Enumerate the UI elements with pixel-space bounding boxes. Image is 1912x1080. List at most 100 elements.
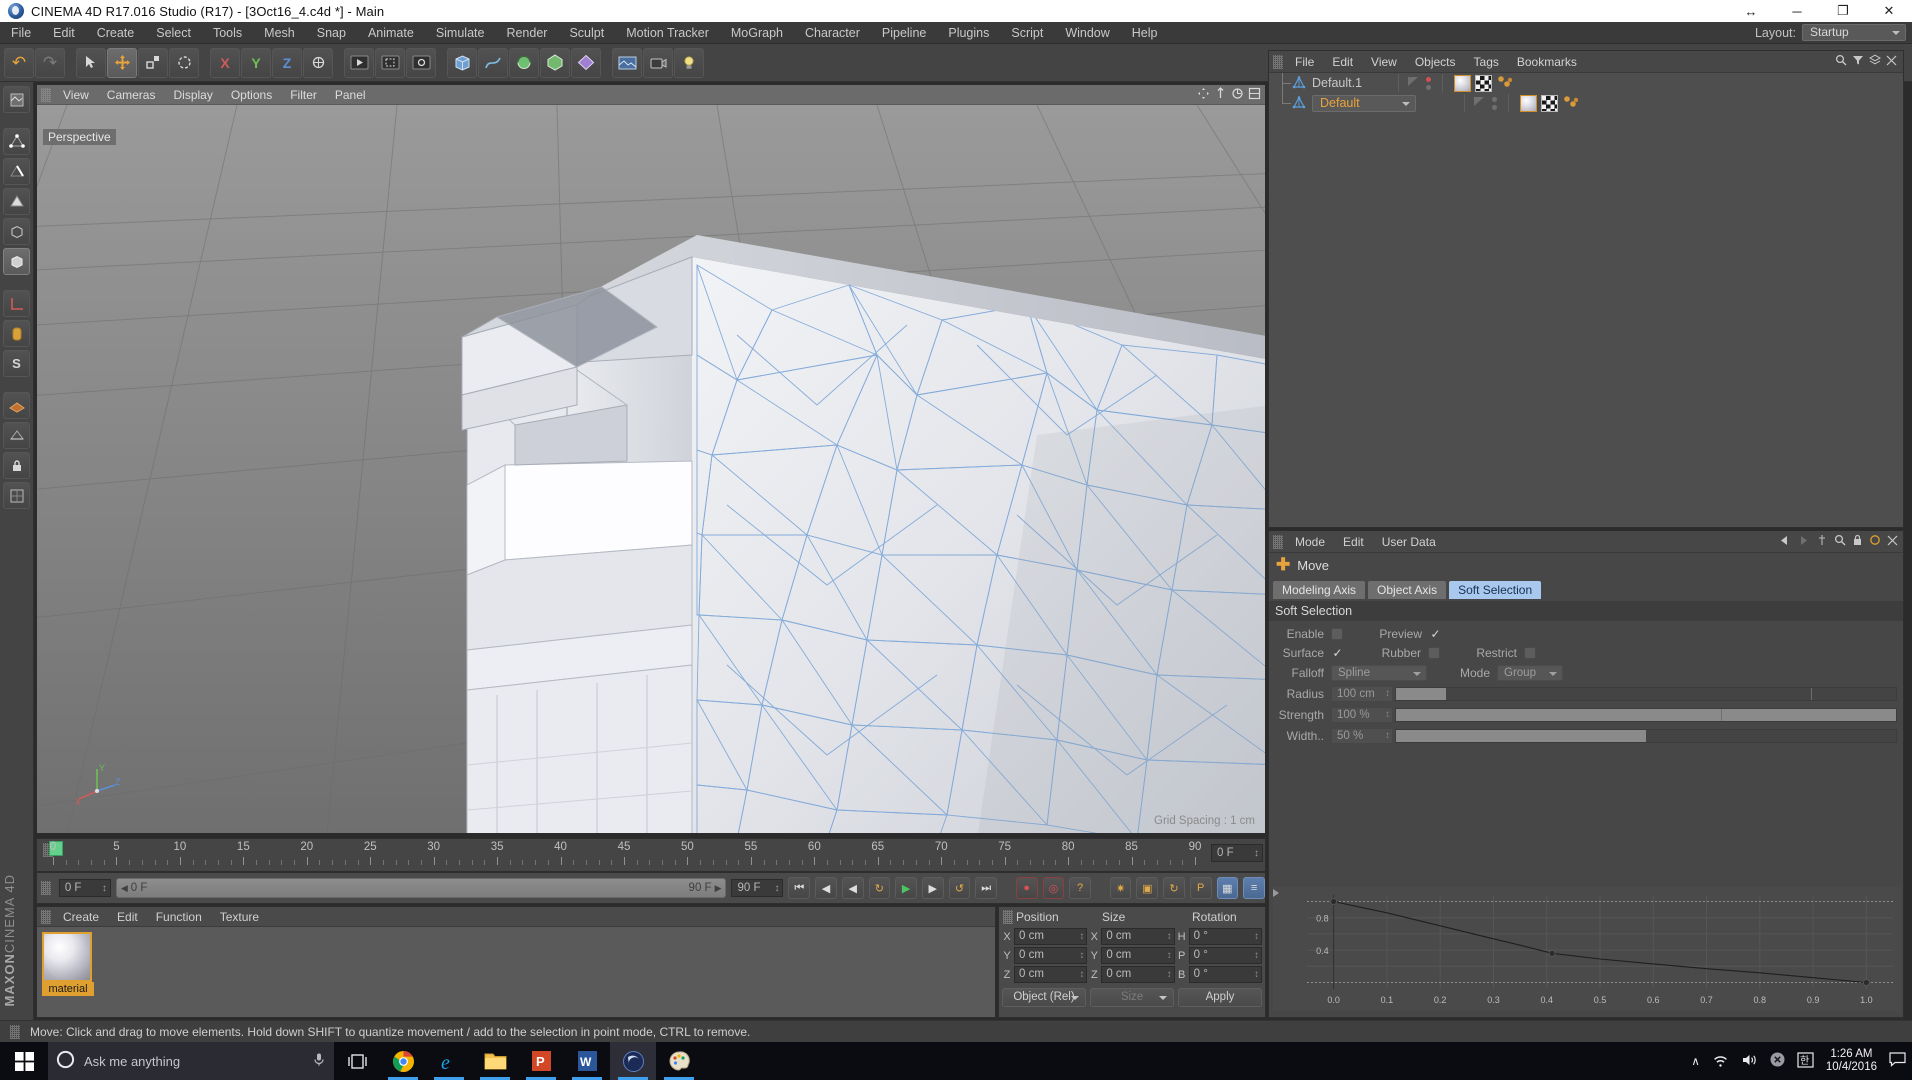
attribute-manager-grip-icon[interactable] (1273, 534, 1283, 549)
viewport-menu-display[interactable]: Display (164, 85, 221, 105)
forward-arrow-icon[interactable] (1797, 534, 1810, 549)
viewport-menu-cameras[interactable]: Cameras (98, 85, 165, 105)
visibility-dots-icon[interactable] (1406, 74, 1422, 93)
cinema4d-icon[interactable] (610, 1042, 656, 1080)
search-input[interactable]: Ask me anything (48, 1042, 334, 1080)
tab-object-axis[interactable]: Object Axis (1368, 581, 1447, 599)
file-explorer-icon[interactable] (472, 1042, 518, 1080)
edge-mode-button[interactable] (3, 158, 30, 185)
menu-item-script[interactable]: Script (1000, 22, 1054, 44)
action-center-error-icon[interactable] (1770, 1052, 1785, 1070)
menu-item-tools[interactable]: Tools (202, 22, 253, 44)
parameter-key-button[interactable]: P (1189, 877, 1212, 899)
layout-dropdown[interactable]: Startup (1802, 24, 1906, 41)
search-icon[interactable] (1835, 54, 1847, 69)
undo-button[interactable]: ↶ (4, 47, 34, 78)
size-z-field[interactable]: 0 cm (1101, 966, 1175, 983)
object-menu-view[interactable]: View (1362, 51, 1406, 73)
size-x-field[interactable]: 0 cm (1101, 928, 1175, 945)
world-object-coordinates-button[interactable] (303, 47, 333, 78)
viewport-menu-panel[interactable]: Panel (326, 85, 375, 105)
chevron-up-icon[interactable]: ∧ (1691, 1054, 1699, 1068)
menu-item-help[interactable]: Help (1121, 22, 1169, 44)
status-bar-grip-icon[interactable] (10, 1024, 20, 1039)
viewport-menu-view[interactable]: View (54, 85, 98, 105)
point-level-animation-button[interactable]: ▦ (1216, 877, 1239, 899)
timeline-toggle-button[interactable]: ≡ (1243, 877, 1265, 899)
object-menu-file[interactable]: File (1286, 51, 1323, 73)
menu-item-sculpt[interactable]: Sculpt (558, 22, 615, 44)
position-key-button[interactable]: ✷ (1109, 877, 1132, 899)
render-settings-button[interactable] (406, 47, 436, 78)
position-y-field[interactable]: 0 cm (1014, 947, 1088, 964)
back-arrow-icon[interactable] (1778, 534, 1791, 549)
object-manager-grip-icon[interactable] (1273, 54, 1283, 69)
menu-item-character[interactable]: Character (794, 22, 871, 44)
viewport-grip-icon[interactable] (41, 87, 51, 102)
attribute-menu-mode[interactable]: Mode (1286, 531, 1334, 553)
minimize-button[interactable]: ─ (1774, 0, 1820, 22)
graph-expand-icon[interactable] (1273, 889, 1279, 897)
object-menu-edit[interactable]: Edit (1323, 51, 1362, 73)
play-reverse-button[interactable]: ◀ (841, 877, 864, 899)
search-icon[interactable] (1834, 534, 1846, 549)
chrome-icon[interactable] (380, 1042, 426, 1080)
start-icon[interactable] (0, 1042, 48, 1080)
falloff-dropdown[interactable]: Spline (1331, 664, 1427, 681)
object-row-default1[interactable]: Default.1 (1269, 73, 1903, 93)
playbar-grip-icon[interactable] (41, 881, 51, 895)
material-tag-icon[interactable] (1520, 94, 1537, 112)
lock-y-axis-button[interactable]: Y (241, 47, 271, 78)
go-to-start-button[interactable]: ⏮ (788, 877, 811, 899)
falloff-spline-graph[interactable]: 0.4 0.8 0.0 0.1 0.2 0.3 0.4 0.5 0.6 0.7 0.8 0.9 1.0 (1273, 887, 1901, 1013)
material-tag-icon[interactable] (1454, 74, 1472, 92)
rotation-h-field[interactable]: 0 ° (1188, 928, 1262, 945)
keyframe-selection-button[interactable]: ? (1069, 877, 1091, 899)
uv-tag-icon[interactable] (1475, 74, 1493, 92)
powerpoint-icon[interactable]: P (518, 1042, 564, 1080)
timeline-tick-area[interactable]: 0 5 10 15 20 25 30 35 40 45 50 55 60 65 70 75 80 85 90 (50, 839, 1201, 873)
apply-button[interactable]: Apply (1178, 988, 1262, 1007)
surface-checkbox[interactable]: ✓ (1331, 646, 1344, 660)
coordinate-mode-dropdown[interactable]: Object (Rel) (1002, 988, 1086, 1007)
restore-down-button[interactable]: ↔ (1728, 0, 1774, 22)
playbar-current-frame-field[interactable]: 0 F (58, 879, 111, 897)
object-manager-tree[interactable]: Default.1 Default (1269, 73, 1903, 527)
selection-tag-icon[interactable] (1562, 95, 1580, 112)
point-mode-button[interactable] (3, 128, 30, 155)
texture-tool-button[interactable] (3, 86, 30, 113)
width-field[interactable]: 50 % (1331, 727, 1393, 744)
visibility-dots-icon[interactable] (1472, 94, 1488, 113)
menu-item-motion-tracker[interactable]: Motion Tracker (615, 22, 720, 44)
network-icon[interactable] (1712, 1053, 1729, 1070)
material-menu-texture[interactable]: Texture (211, 907, 268, 927)
workplane-button[interactable] (3, 392, 30, 419)
menu-item-plugins[interactable]: Plugins (937, 22, 1000, 44)
rotate-tool-button[interactable] (169, 47, 199, 78)
lock-icon[interactable] (1852, 534, 1863, 549)
object-mode-button[interactable] (3, 248, 30, 275)
perspective-viewport[interactable]: View Cameras Display Options Filter Pane… (36, 84, 1266, 834)
snap-settings-button[interactable]: S (3, 350, 30, 377)
object-menu-bookmarks[interactable]: Bookmarks (1508, 51, 1586, 73)
internet-explorer-icon[interactable]: e (426, 1042, 472, 1080)
task-view-icon[interactable] (334, 1042, 380, 1080)
radius-field[interactable]: 100 cm (1331, 685, 1393, 702)
lock-x-axis-button[interactable]: X (210, 47, 240, 78)
material-menu-function[interactable]: Function (147, 907, 211, 927)
nurbs-generator-button[interactable] (509, 47, 539, 78)
restrict-checkbox[interactable] (1524, 646, 1536, 659)
animation-icon[interactable] (1869, 534, 1881, 549)
play-button[interactable]: ▶ (895, 877, 917, 899)
menu-item-render[interactable]: Render (495, 22, 558, 44)
volume-icon[interactable] (1741, 1053, 1758, 1070)
radius-slider[interactable] (1395, 686, 1897, 701)
rotation-key-button[interactable]: ↻ (1163, 877, 1185, 899)
camera-button[interactable] (643, 47, 673, 78)
viewport-3d-canvas[interactable]: Perspective Grid Spacing : 1 cm Y Z X (37, 105, 1265, 833)
close-panel-icon[interactable] (1886, 54, 1897, 69)
object-menu-tags[interactable]: Tags (1465, 51, 1508, 73)
notifications-icon[interactable] (1889, 1052, 1906, 1070)
tab-soft-selection[interactable]: Soft Selection (1449, 581, 1542, 599)
attribute-menu-edit[interactable]: Edit (1334, 531, 1373, 553)
